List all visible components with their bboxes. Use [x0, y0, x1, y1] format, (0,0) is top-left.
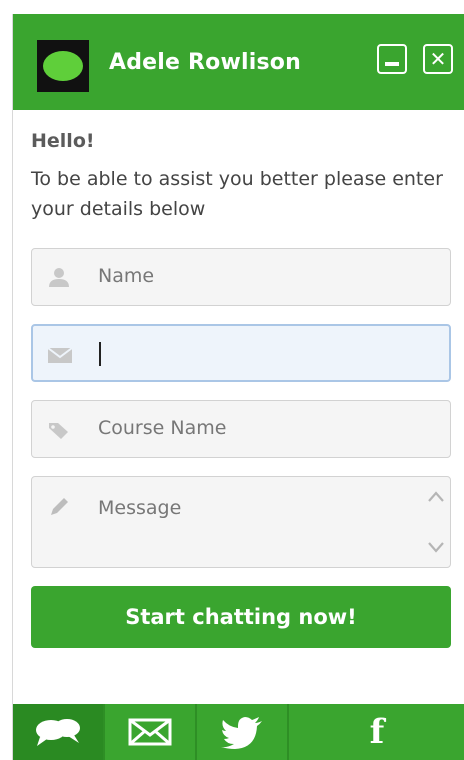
twitter-bird-icon	[221, 717, 262, 749]
message-field[interactable]: Message	[31, 476, 451, 568]
tab-facebook[interactable]: f	[289, 704, 464, 760]
course-name-field[interactable]: Course Name	[31, 400, 451, 458]
top-edge	[0, 0, 464, 14]
close-icon: ✕	[429, 47, 447, 71]
logo-mark	[43, 51, 83, 81]
facebook-icon: f	[369, 712, 385, 752]
brand-logo-icon	[37, 40, 89, 92]
tag-icon	[49, 423, 68, 439]
tab-twitter[interactable]	[197, 704, 289, 760]
scroll-arrows[interactable]	[426, 487, 446, 559]
text-caret	[99, 342, 101, 366]
agent-name: Adele Rowlison	[109, 50, 301, 75]
minimize-icon	[385, 62, 399, 66]
greeting-title: Hello!	[31, 130, 95, 152]
user-icon	[49, 268, 69, 287]
close-button[interactable]: ✕	[423, 44, 453, 74]
chat-bubbles-icon	[36, 719, 80, 746]
name-placeholder: Name	[98, 265, 155, 287]
email-field[interactable]	[31, 324, 451, 382]
envelope-icon	[47, 347, 73, 363]
footer-tabs: f	[13, 704, 464, 760]
chat-header: Adele Rowlison ✕	[13, 14, 464, 110]
start-chatting-button[interactable]: Start chatting now!	[31, 586, 451, 648]
chat-widget: Adele Rowlison ✕ Hello! To be able to as…	[12, 14, 464, 760]
envelope-icon	[128, 718, 172, 746]
tab-chat[interactable]	[13, 704, 105, 760]
course-placeholder: Course Name	[98, 417, 227, 439]
minimize-button[interactable]	[377, 44, 407, 74]
name-field[interactable]: Name	[31, 248, 451, 306]
message-placeholder: Message	[98, 497, 182, 519]
tab-email[interactable]	[105, 704, 197, 760]
pencil-icon	[51, 498, 68, 515]
greeting-text: To be able to assist you better please e…	[31, 168, 443, 220]
